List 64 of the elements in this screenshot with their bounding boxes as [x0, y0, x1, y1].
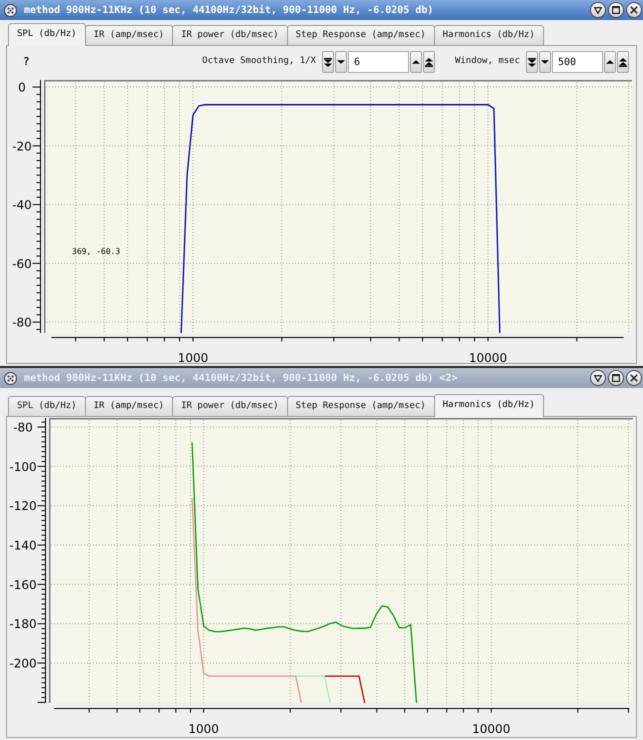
down-arrow-icon: [541, 60, 549, 64]
tab[interactable]: Step Response (amp/msec): [286, 396, 435, 416]
caret-down-icon: [594, 374, 602, 382]
field-label: Octave Smoothing, 1/X: [202, 55, 316, 68]
x-tick-label: 10000: [468, 351, 508, 363]
double-down-arrow-icon: [324, 58, 332, 66]
up-arrow-icon: [606, 60, 614, 64]
maximize-button[interactable]: [608, 370, 624, 386]
tab[interactable]: Step Response (amp/msec): [286, 25, 435, 45]
number-field[interactable]: 500: [552, 51, 603, 73]
window-title: method 900Hz-11KHz (10 sec, 44100Hz/32bit, 900-11000 Hz, -6.0205 db): [24, 4, 434, 18]
y-tick-label: 0: [18, 80, 26, 95]
tab[interactable]: IR power (db/msec): [172, 25, 288, 45]
close-button[interactable]: [626, 370, 642, 386]
y-tick-label: -180: [9, 617, 37, 632]
window-title: method 900Hz-11KHz (10 sec, 44100Hz/32bit, 900-11000 Hz, -6.0205 db) <2>: [24, 372, 458, 386]
double-up-arrow-icon: [619, 58, 627, 66]
x-tick-label: 10000: [472, 722, 510, 736]
maximize-icon: [612, 374, 620, 382]
window-menu-button[interactable]: [590, 370, 606, 386]
tab[interactable]: Harmonics (db/Hz): [434, 394, 544, 417]
x-tick-label: 1000: [178, 351, 208, 363]
y-tick-label: -40: [12, 198, 32, 212]
tab[interactable]: IR power (db/msec): [172, 396, 288, 416]
number-field[interactable]: 6: [348, 51, 409, 73]
caret-down-icon: [594, 6, 602, 14]
double-down-button[interactable]: [322, 51, 334, 73]
app-icon: [4, 372, 17, 384]
tab[interactable]: SPL (db/Hz): [8, 23, 86, 46]
close-icon: [630, 6, 638, 14]
tab[interactable]: SPL (db/Hz): [8, 396, 86, 416]
up-arrow-icon: [412, 60, 420, 64]
tab[interactable]: IR (amp/msec): [84, 396, 174, 416]
double-down-arrow-icon: [528, 58, 536, 66]
cursor-readout: 369, -60.3: [72, 247, 120, 256]
y-tick-label: -20: [12, 139, 32, 154]
up-button[interactable]: [604, 51, 616, 73]
y-tick-label: -140: [9, 538, 37, 553]
y-tick-label: -120: [9, 499, 37, 514]
y-tick-label: -100: [9, 460, 37, 474]
down-arrow-icon: [336, 60, 345, 64]
maximize-icon: [612, 6, 620, 14]
help-button[interactable]: ?: [23, 54, 30, 70]
y-tick-label: -160: [9, 578, 37, 592]
field-label: Window, msec: [454, 55, 520, 68]
y-tick-label: -200: [9, 656, 37, 671]
double-up-button[interactable]: [422, 51, 435, 73]
close-button[interactable]: [626, 2, 642, 18]
window-menu-button[interactable]: [590, 2, 606, 18]
close-icon: [630, 374, 638, 382]
tab[interactable]: Harmonics (db/Hz): [434, 25, 544, 45]
up-button[interactable]: [410, 51, 422, 73]
maximize-button[interactable]: [608, 2, 624, 18]
double-up-arrow-icon: [424, 58, 433, 66]
double-down-button[interactable]: [526, 51, 538, 73]
y-tick-label: -80: [13, 420, 33, 435]
down-button[interactable]: [539, 51, 551, 73]
y-tick-label: -80: [12, 316, 32, 330]
y-tick-label: -60: [12, 256, 32, 271]
double-up-button[interactable]: [617, 51, 629, 73]
tab[interactable]: IR (amp/msec): [84, 25, 174, 45]
down-button[interactable]: [334, 51, 347, 73]
app-icon: [4, 4, 17, 16]
x-tick-label: 1000: [188, 722, 219, 736]
